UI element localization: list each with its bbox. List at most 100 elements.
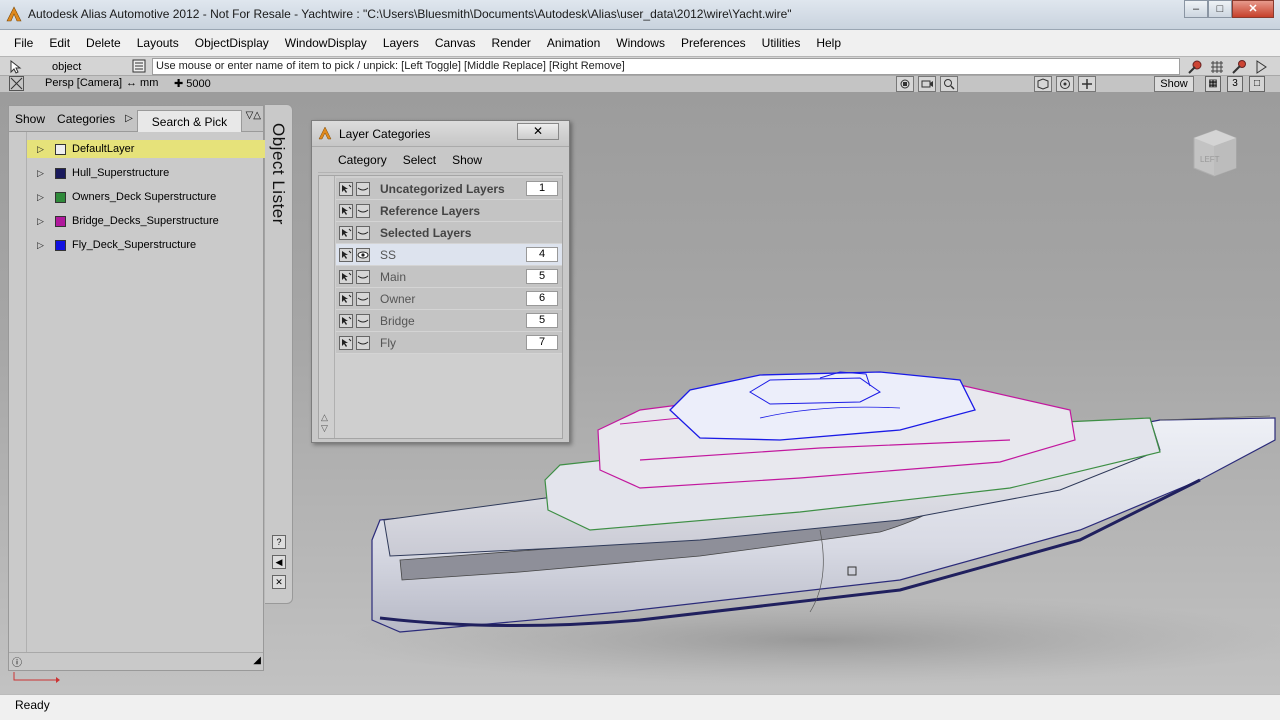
pick-layers-icon[interactable] — [338, 247, 353, 262]
menu-delete[interactable]: Delete — [78, 30, 129, 56]
expand-arrow-icon[interactable]: ▷ — [37, 168, 47, 179]
viewport-info-row: Persp [Camera] ↔ mm ✚ 5000 Show ▦ 3 □ — [0, 76, 1280, 92]
look-at-icon[interactable] — [1056, 76, 1074, 92]
eye-open-icon[interactable] — [355, 247, 370, 262]
pick-mode-field[interactable]: object — [30, 59, 126, 75]
menu-windows[interactable]: Windows — [608, 30, 673, 56]
window-count-box[interactable]: 3 — [1227, 76, 1243, 92]
menu-category[interactable]: Category — [330, 153, 395, 167]
viewport-show-button[interactable]: Show — [1154, 76, 1194, 92]
eye-closed-icon[interactable] — [355, 291, 370, 306]
layer-color-swatch[interactable] — [55, 143, 66, 155]
layer-row[interactable]: ▷ Hull_Superstructure — [27, 164, 265, 182]
menu-help[interactable]: Help — [808, 30, 849, 56]
pick-component-tool-icon[interactable] — [1230, 58, 1248, 75]
eye-closed-icon[interactable] — [355, 269, 370, 284]
category-row[interactable]: Main 5 — [336, 266, 562, 288]
eye-closed-icon[interactable] — [355, 313, 370, 328]
lister-tab-categories[interactable]: Categories — [51, 106, 121, 132]
eye-closed-icon[interactable] — [355, 203, 370, 218]
eye-closed-icon[interactable] — [355, 335, 370, 350]
lister-collapse-icon[interactable]: ▽△ — [246, 110, 261, 121]
layer-color-swatch[interactable] — [55, 215, 66, 227]
layer-row[interactable]: ▷ DefaultLayer — [27, 140, 265, 158]
play-arrow-icon[interactable] — [1252, 58, 1270, 75]
pick-object-tool-icon[interactable] — [1186, 58, 1204, 75]
maximize-viewport-icon[interactable]: □ — [1249, 76, 1265, 92]
move-view-icon[interactable] — [1078, 76, 1096, 92]
category-row[interactable]: Selected Layers — [336, 222, 562, 244]
layer-color-swatch[interactable] — [55, 239, 66, 251]
expand-arrow-icon[interactable]: ▷ — [37, 240, 47, 251]
category-row[interactable]: Bridge 5 — [336, 310, 562, 332]
menu-file[interactable]: File — [6, 30, 41, 56]
pick-layers-icon[interactable] — [338, 181, 353, 196]
menu-animation[interactable]: Animation — [539, 30, 608, 56]
pick-cv-tool-icon[interactable] — [1208, 58, 1226, 75]
info-icon[interactable]: ⓘ — [12, 654, 22, 669]
prompt-history-icon[interactable] — [132, 59, 146, 73]
expand-arrow-icon[interactable]: ▷ — [37, 192, 47, 203]
menu-preferences[interactable]: Preferences — [673, 30, 754, 56]
menu-show[interactable]: Show — [444, 153, 490, 167]
layer-row[interactable]: ▷ Owners_Deck Superstructure — [27, 188, 265, 206]
resize-grip-icon[interactable]: ◢ — [253, 655, 261, 666]
category-row[interactable]: Owner 6 — [336, 288, 562, 310]
layer-categories-titlebar[interactable]: Layer Categories ✕ — [312, 121, 569, 147]
help-icon[interactable]: ? — [272, 535, 286, 549]
tab-arrow-icon[interactable]: ▷ — [125, 113, 133, 124]
title-bar: Autodesk Alias Automotive 2012 - Not For… — [0, 0, 1280, 30]
prompt-input[interactable]: Use mouse or enter name of item to pick … — [152, 58, 1180, 75]
menu-render[interactable]: Render — [484, 30, 539, 56]
layer-row[interactable]: ▷ Fly_Deck_Superstructure — [27, 236, 265, 254]
pick-layers-icon[interactable] — [338, 291, 353, 306]
menu-canvas[interactable]: Canvas — [427, 30, 484, 56]
zoom-camera-icon[interactable] — [940, 76, 958, 92]
layout-grid-icon[interactable]: ▦ — [1205, 76, 1221, 92]
menu-objectdisplay[interactable]: ObjectDisplay — [187, 30, 277, 56]
menu-edit[interactable]: Edit — [41, 30, 78, 56]
pick-layers-icon[interactable] — [338, 203, 353, 218]
category-row[interactable]: Reference Layers — [336, 200, 562, 222]
layer-color-swatch[interactable] — [55, 191, 66, 203]
menu-layouts[interactable]: Layouts — [129, 30, 187, 56]
menu-select[interactable]: Select — [395, 153, 444, 167]
layer-row[interactable]: ▷ Bridge_Decks_Superstructure — [27, 212, 265, 230]
category-row[interactable]: Fly 7 — [336, 332, 562, 354]
layer-color-swatch[interactable] — [55, 167, 66, 179]
pick-layers-icon[interactable] — [338, 313, 353, 328]
menu-utilities[interactable]: Utilities — [754, 30, 809, 56]
collapse-panel-icon[interactable]: ◀ — [272, 555, 286, 569]
layer-categories-close-button[interactable]: ✕ — [517, 123, 559, 140]
view-cube[interactable]: LEFT — [1192, 126, 1238, 178]
eye-closed-icon[interactable] — [355, 225, 370, 240]
category-count: 4 — [526, 247, 558, 262]
category-row[interactable]: Uncategorized Layers 1 — [336, 178, 562, 200]
eye-closed-icon[interactable] — [355, 181, 370, 196]
minimize-button[interactable]: – — [1184, 0, 1208, 18]
camera-label[interactable]: Persp [Camera] — [45, 77, 122, 89]
expand-arrow-icon[interactable]: ▷ — [37, 216, 47, 227]
tumble-camera-icon[interactable] — [896, 76, 914, 92]
track-camera-icon[interactable] — [918, 76, 936, 92]
expand-arrow-icon[interactable]: ▷ — [37, 144, 47, 155]
perspective-view-icon[interactable] — [1034, 76, 1052, 92]
close-panel-icon[interactable]: ✕ — [272, 575, 286, 589]
category-count: 6 — [526, 291, 558, 306]
pick-layers-icon[interactable] — [338, 225, 353, 240]
close-viewport-icon[interactable] — [9, 76, 24, 91]
pick-tool-icon[interactable] — [8, 59, 24, 75]
alias-logo-icon — [6, 6, 22, 22]
category-scroll-icon[interactable]: △ ▽ — [321, 412, 328, 434]
lister-tab-show[interactable]: Show — [9, 106, 51, 132]
close-window-button[interactable]: ✕ — [1232, 0, 1274, 18]
menu-layers[interactable]: Layers — [375, 30, 427, 56]
category-row[interactable]: SS 4 — [336, 244, 562, 266]
menu-windowdisplay[interactable]: WindowDisplay — [277, 30, 375, 56]
lister-tab-search-pick[interactable]: Search & Pick — [136, 109, 243, 132]
maximize-button[interactable]: □ — [1208, 0, 1232, 18]
object-lister-side-tab[interactable]: Object Lister ? ◀ ✕ — [265, 104, 293, 604]
layer-name: Bridge_Decks_Superstructure — [72, 215, 219, 227]
pick-layers-icon[interactable] — [338, 269, 353, 284]
pick-layers-icon[interactable] — [338, 335, 353, 350]
